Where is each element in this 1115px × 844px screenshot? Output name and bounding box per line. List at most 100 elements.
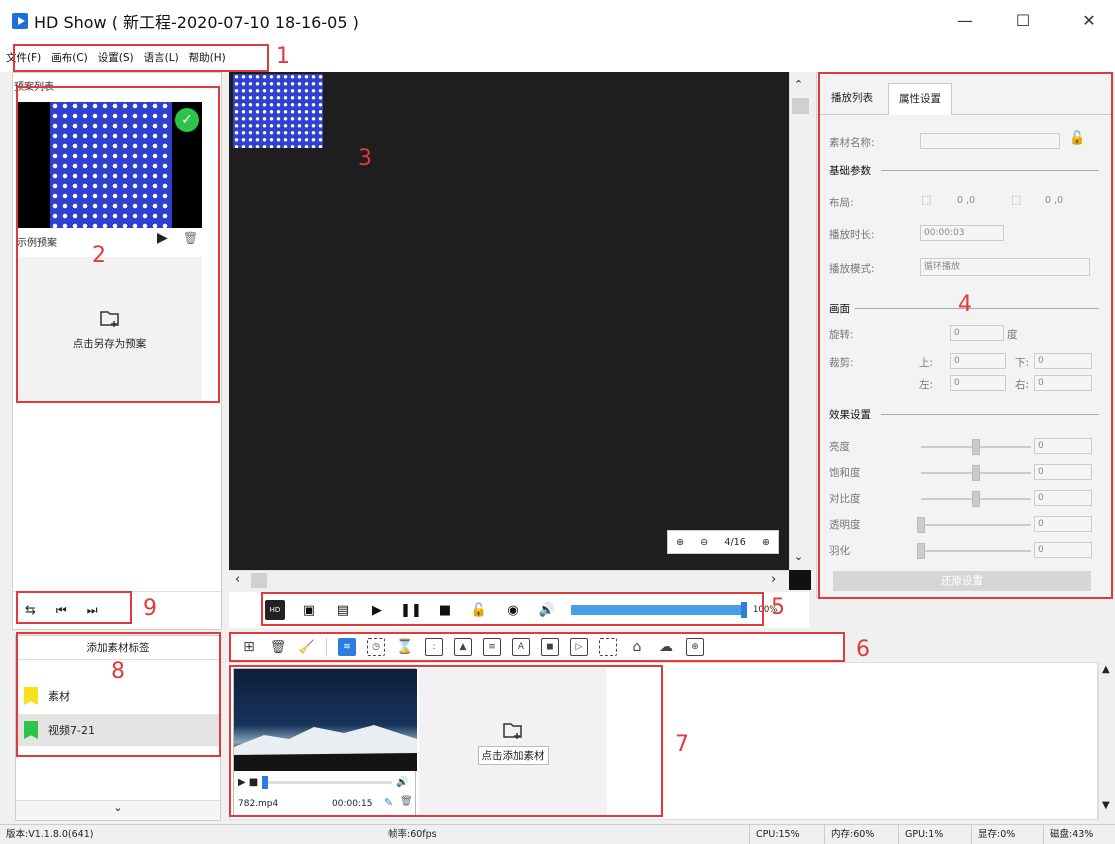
- effect-value-input[interactable]: 0: [1034, 516, 1092, 532]
- crop-right-input[interactable]: 0: [1034, 375, 1092, 391]
- trash-icon[interactable]: 🗑: [269, 638, 287, 656]
- capture-icon[interactable]: ⌂: [628, 638, 646, 656]
- media-icon[interactable]: ◼: [541, 638, 559, 656]
- scroll-up-icon[interactable]: ⌃: [794, 78, 803, 91]
- play-icon[interactable]: ▶: [367, 600, 387, 620]
- tag-item[interactable]: 视频7-21: [16, 714, 220, 746]
- video-icon[interactable]: ▷: [570, 638, 588, 656]
- volume-slider[interactable]: [571, 602, 747, 618]
- rotate-input[interactable]: 0: [950, 325, 1004, 341]
- menu-settings[interactable]: 设置(S): [98, 50, 134, 65]
- image-icon[interactable]: ▲: [454, 638, 472, 656]
- duration-input[interactable]: 00:00:03: [920, 225, 1004, 241]
- canvas-layer-preview[interactable]: [233, 74, 323, 148]
- basic-params-header: 基础参数: [829, 165, 871, 177]
- clock-icon[interactable]: ◷: [367, 638, 385, 656]
- asset-stop-icon[interactable]: ■: [249, 777, 258, 788]
- scroll-left-icon[interactable]: ‹: [235, 572, 240, 587]
- asset-card[interactable]: ▶ ■ 🔊 782.mp4 00:00:15 ✎ 🗑: [233, 668, 417, 816]
- canvas-area[interactable]: [229, 72, 789, 570]
- add-tag-button[interactable]: 添加素材标签: [16, 636, 220, 660]
- cloud-icon[interactable]: ☁: [657, 638, 675, 656]
- eye-icon[interactable]: ◉: [503, 600, 523, 620]
- loop-icon[interactable]: ⇆: [25, 603, 36, 618]
- duration-label: 播放时长:: [829, 229, 875, 241]
- asset-volume-icon[interactable]: 🔊: [396, 777, 408, 788]
- crop-bottom-input[interactable]: 0: [1034, 353, 1092, 369]
- lock-icon[interactable]: 🔓: [1069, 131, 1085, 146]
- menu-file[interactable]: 文件(F): [6, 50, 41, 65]
- material-name-input[interactable]: [920, 133, 1060, 149]
- minimize-button[interactable]: —: [950, 10, 980, 32]
- pause-icon[interactable]: ❚❚: [400, 600, 422, 620]
- add-asset-button[interactable]: 点击添加素材: [419, 668, 607, 816]
- hscroll-thumb[interactable]: [251, 573, 267, 588]
- edit-icon[interactable]: ✎: [384, 796, 393, 809]
- menu-canvas[interactable]: 画布(C): [51, 50, 88, 65]
- timer-text-icon[interactable]: :: [425, 638, 443, 656]
- asset-delete-icon[interactable]: 🗑: [400, 796, 413, 807]
- asset-duration: 00:00:15: [332, 799, 373, 809]
- text-box-icon[interactable]: A: [512, 638, 530, 656]
- crop-left-input[interactable]: 0: [950, 375, 1006, 391]
- play-preset-icon[interactable]: ▶: [157, 230, 168, 246]
- effect-slider-knob[interactable]: [972, 465, 980, 481]
- scroll-right-icon[interactable]: ›: [771, 572, 776, 587]
- layers-icon[interactable]: ≋: [338, 638, 356, 656]
- save-as-icon[interactable]: ▤: [333, 600, 353, 620]
- asset-play-icon[interactable]: ▶: [238, 777, 246, 788]
- menu-help[interactable]: 帮助(H): [189, 50, 226, 65]
- menu-language[interactable]: 语言(L): [144, 50, 179, 65]
- restore-settings-button[interactable]: 还原设置: [833, 571, 1091, 591]
- save-icon[interactable]: ▣: [299, 600, 319, 620]
- window-title: HD Show ( 新工程-2020-07-10 18-16-05 ): [34, 13, 359, 32]
- asset-controls: ▶ ■ 🔊: [238, 776, 414, 789]
- close-button[interactable]: ✕: [1074, 10, 1104, 32]
- tag-item[interactable]: 素材: [16, 680, 220, 712]
- crop-top-input[interactable]: 0: [950, 353, 1006, 369]
- effect-slider[interactable]: [921, 524, 1031, 526]
- expand-tags-icon[interactable]: ⌄: [16, 800, 220, 820]
- hd-icon[interactable]: HD: [265, 600, 285, 620]
- effect-slider-knob[interactable]: [972, 491, 980, 507]
- effect-slider-knob[interactable]: [917, 543, 925, 559]
- effect-value-input[interactable]: 0: [1034, 464, 1092, 480]
- scroll-down-icon[interactable]: ▼: [1102, 800, 1110, 811]
- web-window-icon[interactable]: ⊕: [686, 638, 704, 656]
- scroll-down-icon[interactable]: ⌄: [794, 550, 803, 563]
- effect-slider[interactable]: [921, 550, 1031, 552]
- effect-value-input[interactable]: 0: [1034, 438, 1092, 454]
- status-bar: 版本:V1.1.8.0(641) 帧率:60fps CPU:15% 内存:60%…: [0, 824, 1115, 844]
- maximize-button[interactable]: ☐: [1008, 10, 1038, 32]
- effect-slider-knob[interactable]: [917, 517, 925, 533]
- scroll-up-icon[interactable]: ▲: [1102, 664, 1110, 675]
- broom-icon[interactable]: 🧹: [298, 638, 316, 656]
- delete-preset-icon[interactable]: 🗑: [183, 231, 198, 245]
- fullscreen-icon[interactable]: [599, 638, 617, 656]
- play-mode-select[interactable]: 循环播放: [920, 258, 1090, 276]
- canvas-horizontal-scrollbar[interactable]: ‹ ›: [229, 570, 789, 590]
- effect-value-input[interactable]: 0: [1034, 490, 1092, 506]
- preset-thumbnail[interactable]: ✓: [17, 102, 202, 228]
- zoom-fit-icon[interactable]: ⊛: [676, 537, 684, 548]
- asset-progress[interactable]: [262, 776, 393, 789]
- volume-icon[interactable]: 🔊: [537, 600, 557, 620]
- list-text-icon[interactable]: ≡: [483, 638, 501, 656]
- unlock-icon[interactable]: 🔓: [469, 600, 489, 620]
- save-as-preset-button[interactable]: 点击另存为预案: [17, 257, 202, 401]
- scroll-thumb[interactable]: [792, 98, 809, 114]
- tab-properties[interactable]: 属性设置: [888, 83, 952, 115]
- canvas-vertical-scrollbar[interactable]: ⌃ ⌄: [789, 72, 811, 570]
- asset-scrollbar[interactable]: ▲ ▼: [1098, 662, 1115, 820]
- stop-icon[interactable]: ■: [435, 600, 455, 620]
- zoom-out-icon[interactable]: ⊖: [700, 537, 708, 548]
- volume-knob[interactable]: [741, 602, 747, 618]
- effect-value-input[interactable]: 0: [1034, 542, 1092, 558]
- hourglass-icon[interactable]: ⌛: [396, 638, 414, 656]
- next-icon[interactable]: ⏭: [87, 603, 98, 618]
- zoom-in-icon[interactable]: ⊕: [762, 537, 770, 548]
- add-folder-icon[interactable]: ⊞: [240, 638, 258, 656]
- effect-slider-knob[interactable]: [972, 439, 980, 455]
- previous-icon[interactable]: ⏮: [56, 603, 67, 618]
- tab-playlist[interactable]: 播放列表: [821, 83, 883, 115]
